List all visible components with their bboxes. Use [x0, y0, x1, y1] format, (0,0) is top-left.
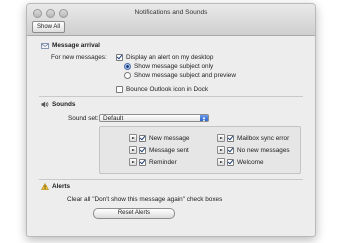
sound-label: New message — [149, 134, 190, 142]
alerts-heading: Alerts — [41, 183, 70, 190]
window-title: Notifications and Sounds — [134, 9, 208, 16]
sound-checkbox[interactable] — [227, 158, 234, 166]
sound-label: Message sent — [149, 146, 189, 154]
play-icon[interactable] — [129, 158, 137, 166]
sound-checkbox[interactable] — [227, 146, 234, 154]
message-arrival-heading: Message arrival — [41, 42, 100, 49]
bounce-icon-checkbox[interactable]: Bounce Outlook icon in Dock — [116, 86, 208, 93]
preferences-window: Notifications and Sounds Show All Messag… — [26, 3, 316, 237]
sound-label: Mailbox sync error — [237, 134, 290, 142]
clear-checkboxes-text: Clear all "Don't show this message again… — [67, 196, 223, 203]
speaker-icon — [41, 101, 49, 108]
display-alert-checkbox[interactable]: Display an alert on my desktop — [116, 54, 213, 61]
sound-label: Welcome — [237, 158, 264, 166]
play-icon[interactable] — [129, 146, 137, 154]
subject-only-radio[interactable]: Show message subject only — [124, 63, 213, 70]
radio-subject-only[interactable] — [124, 63, 131, 70]
sound-item: Message sent — [129, 146, 189, 154]
sound-item: New message — [129, 134, 190, 142]
alerts-title: Alerts — [52, 183, 71, 190]
divider — [39, 179, 303, 180]
sound-item: No new messages — [217, 146, 290, 154]
sound-checkbox[interactable] — [227, 134, 234, 142]
sounds-list: New message Message sent Reminder Mailbo… — [99, 126, 301, 174]
sound-item: Reminder — [129, 158, 177, 166]
play-icon[interactable] — [129, 134, 137, 142]
envelope-icon — [41, 42, 49, 49]
sound-checkbox[interactable] — [139, 146, 146, 154]
warning-icon — [41, 183, 49, 190]
play-icon[interactable] — [217, 158, 225, 166]
sound-item: Welcome — [217, 158, 264, 166]
display-alert-label: Display an alert on my desktop — [126, 54, 214, 61]
show-all-button[interactable]: Show All — [32, 21, 66, 33]
sound-checkbox[interactable] — [139, 134, 146, 142]
divider — [39, 96, 303, 97]
bounce-label: Bounce Outlook icon in Dock — [126, 86, 209, 93]
checkbox-bounce-icon[interactable] — [116, 86, 123, 93]
select-arrows-icon: ▲ ▼ — [200, 115, 208, 123]
subject-only-label: Show message subject only — [134, 63, 214, 70]
subject-preview-radio[interactable]: Show message subject and preview — [124, 72, 236, 79]
sound-item: Mailbox sync error — [217, 134, 289, 142]
reset-alerts-button[interactable]: Reset Alerts — [93, 208, 175, 219]
sounds-title: Sounds — [52, 101, 76, 108]
title-bar: Notifications and Sounds Show All — [27, 4, 315, 36]
checkbox-display-alert[interactable] — [116, 54, 123, 61]
message-arrival-title: Message arrival — [52, 42, 100, 49]
sound-label: Reminder — [149, 158, 177, 166]
for-new-messages-label: For new messages: — [51, 54, 107, 61]
play-icon[interactable] — [217, 146, 225, 154]
sound-set-select[interactable]: Default ▲ ▼ — [99, 114, 209, 123]
sounds-heading: Sounds — [41, 101, 75, 108]
play-icon[interactable] — [217, 134, 225, 142]
radio-subject-preview[interactable] — [124, 72, 131, 79]
sound-set-label: Sound set: — [68, 115, 99, 122]
sound-label: No new messages — [237, 146, 290, 154]
sound-checkbox[interactable] — [139, 158, 146, 166]
subject-preview-label: Show message subject and preview — [134, 72, 236, 79]
sound-set-value: Default — [103, 114, 124, 122]
